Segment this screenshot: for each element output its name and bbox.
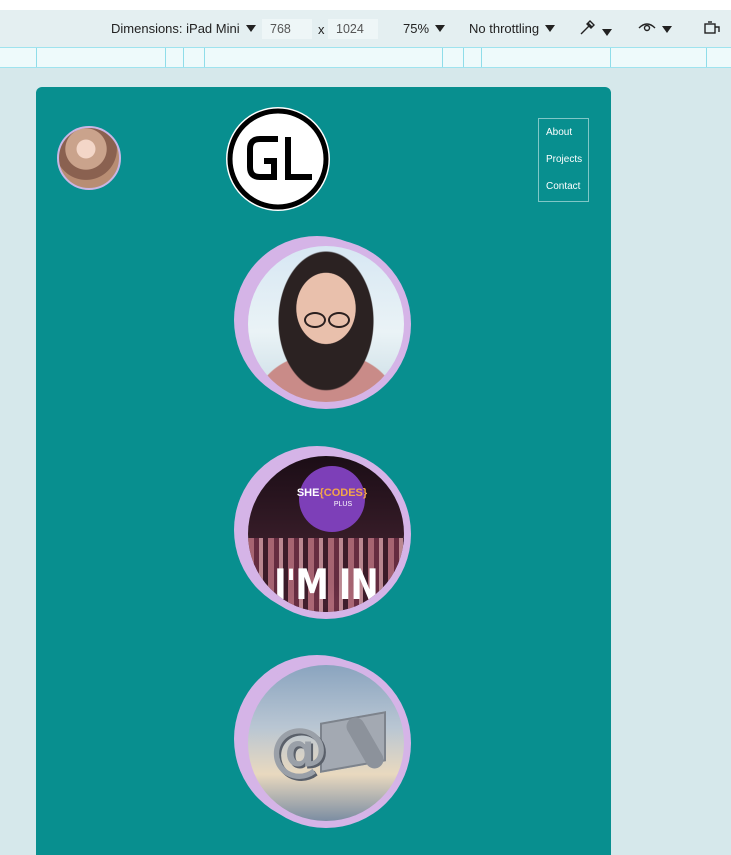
eyedropper-button[interactable] (578, 19, 612, 40)
zoom-dropdown[interactable]: 75% (403, 21, 446, 36)
contact-card[interactable]: @ (234, 655, 414, 835)
throttling-dropdown[interactable]: No throttling (469, 21, 556, 36)
dimensions-label: Dimensions: iPad Mini (111, 21, 240, 36)
chevron-down-icon (435, 25, 446, 32)
device-rotate-icon (704, 21, 720, 34)
dimensions-dropdown[interactable]: Dimensions: iPad Mini (111, 21, 256, 36)
zoom-label: 75% (403, 21, 430, 36)
chevron-down-icon (662, 26, 672, 33)
nav-link-about[interactable]: About (546, 126, 588, 140)
rotate-button[interactable] (703, 20, 721, 39)
card-ring: SHE{CODES} PLUS I'M IN (241, 449, 411, 619)
nav-link-projects[interactable]: Projects (546, 153, 588, 167)
card-ring: @ (241, 658, 411, 828)
badge-plus: PLUS (333, 501, 353, 508)
gl-logo-icon (227, 108, 329, 210)
card-ring (241, 239, 411, 409)
chevron-down-icon (545, 25, 556, 32)
shecodes-badge: SHE{CODES} PLUS (296, 466, 368, 532)
shecodes-image: SHE{CODES} PLUS I'M IN (248, 456, 404, 612)
nav-link-contact[interactable]: Contact (546, 180, 588, 194)
chevron-down-icon (602, 29, 612, 36)
chevron-down-icon (245, 25, 256, 32)
vision-button[interactable] (638, 20, 672, 37)
logo[interactable] (226, 107, 330, 211)
throttling-label: No throttling (469, 21, 540, 36)
browser-top-strip (0, 0, 731, 10)
media-query-ruler (0, 47, 731, 68)
badge-codes: {CODES} (319, 487, 368, 499)
height-input[interactable]: 1024 (328, 19, 378, 39)
main-nav: About Projects Contact (538, 118, 589, 202)
im-in-caption: I'M IN (274, 560, 379, 609)
eye-icon (638, 23, 656, 32)
devtools-device-toolbar: Dimensions: iPad Mini 768 x 1024 75% No … (0, 10, 731, 48)
projects-card[interactable]: SHE{CODES} PLUS I'M IN (234, 446, 414, 626)
glasses-detail (304, 312, 350, 328)
badge-she: SHE (296, 487, 320, 499)
about-portrait-image (248, 246, 404, 402)
contact-image: @ (248, 665, 404, 821)
about-card[interactable] (234, 236, 414, 416)
device-viewport: About Projects Contact SHE{CODES} PLUS I… (36, 87, 611, 855)
avatar (57, 126, 121, 190)
width-input[interactable]: 768 (262, 19, 312, 39)
eyedropper-icon (580, 20, 595, 35)
times-sign: x (318, 22, 325, 37)
at-sign-icon: @ (270, 715, 328, 783)
